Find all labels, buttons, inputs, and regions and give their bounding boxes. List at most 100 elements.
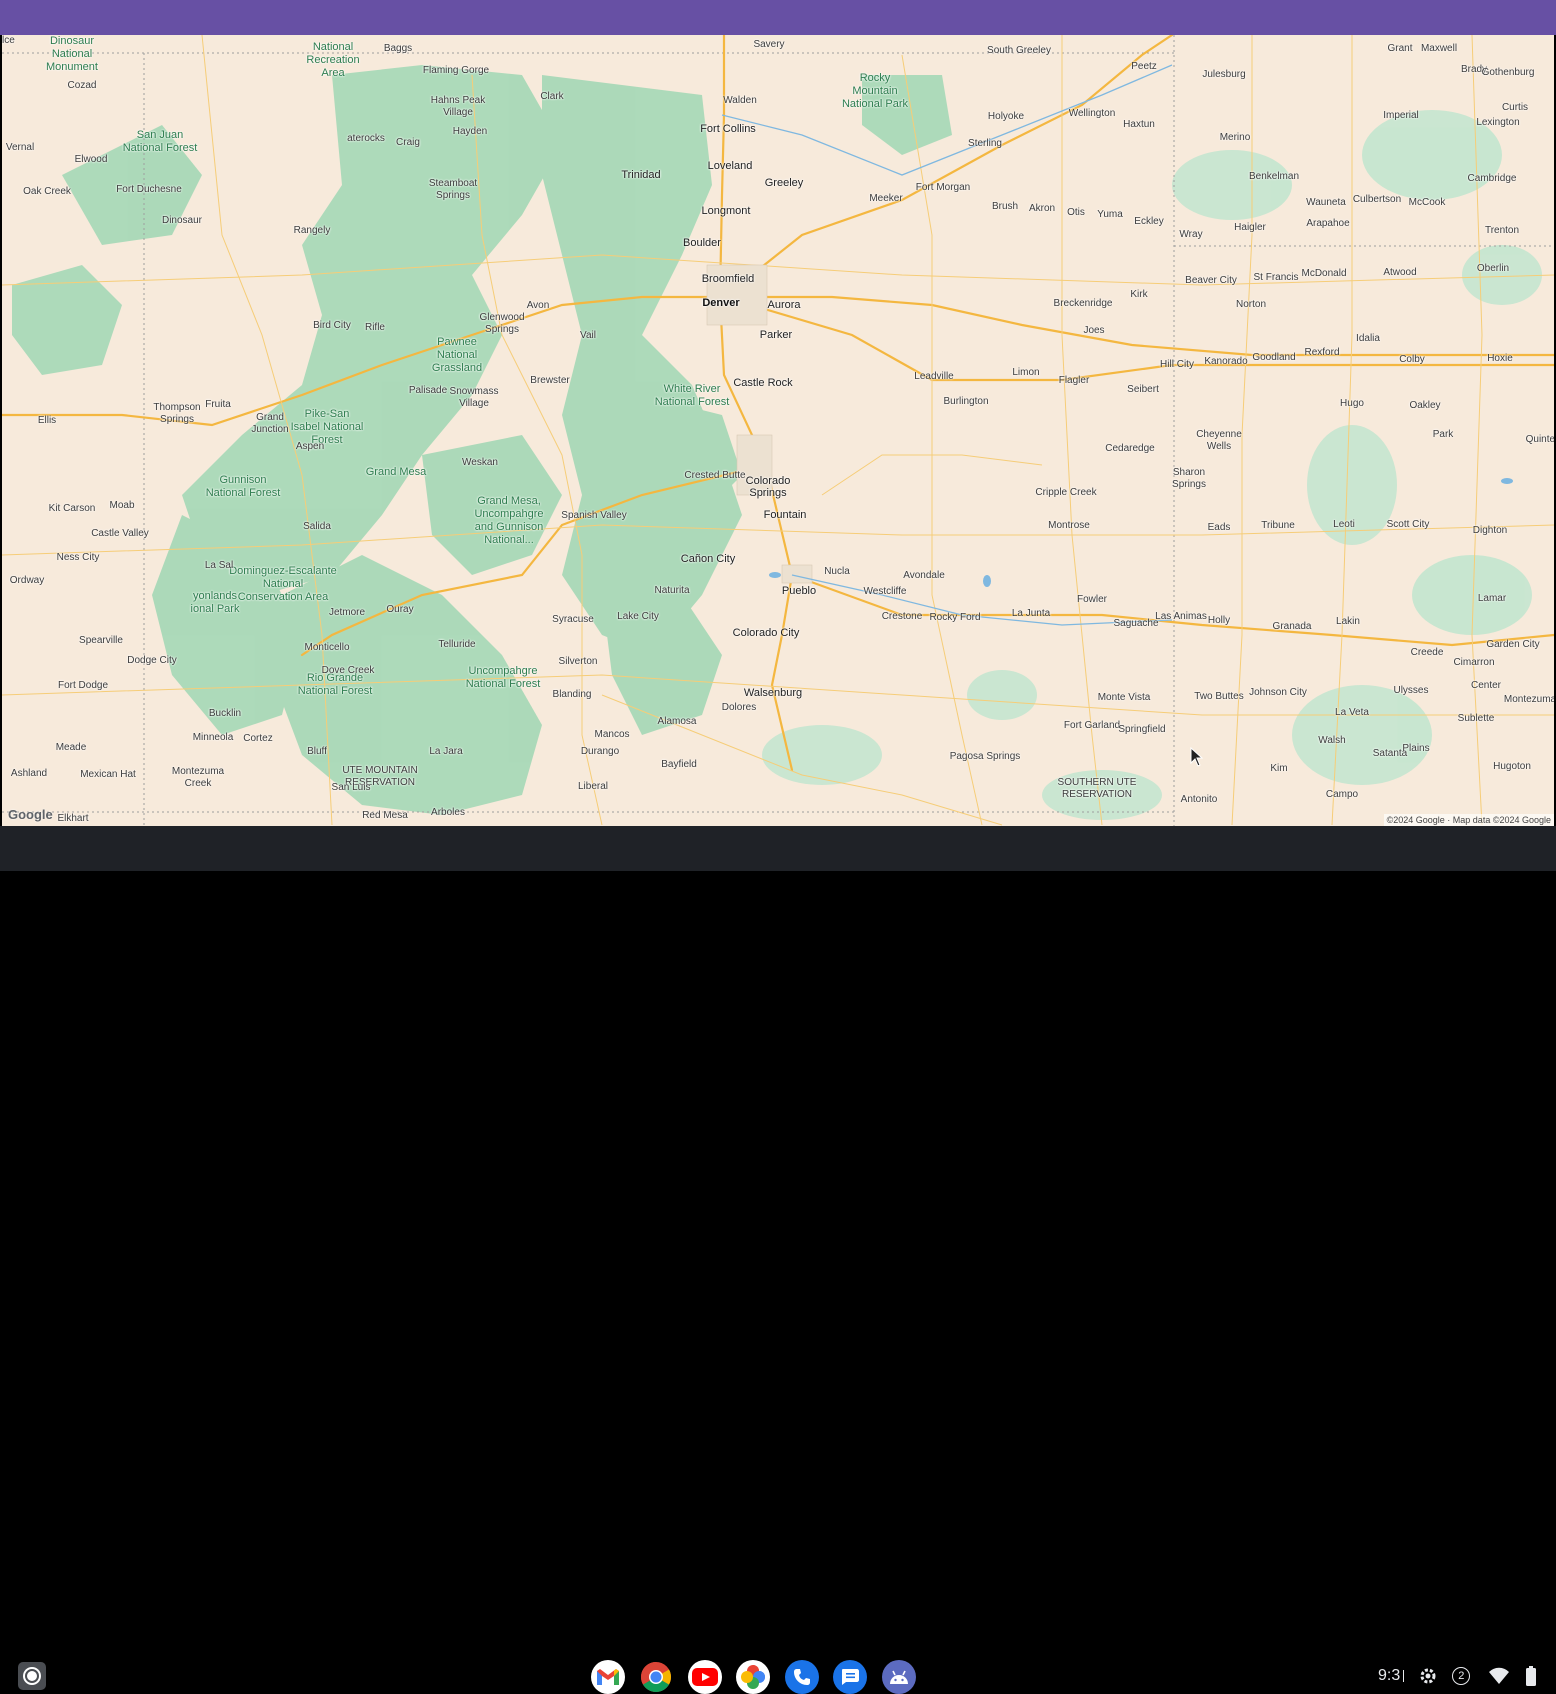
map-label[interactable]: Two Buttes: [1194, 691, 1243, 703]
map-label[interactable]: Crestone: [882, 611, 923, 623]
map-label[interactable]: Vail: [580, 330, 596, 342]
map-label[interactable]: Blanding: [553, 689, 592, 701]
map-label[interactable]: Cambridge: [1468, 173, 1517, 185]
map-label[interactable]: Greeley: [765, 177, 804, 189]
map-label[interactable]: SOUTHERN UTE RESERVATION: [1058, 777, 1137, 801]
map-label[interactable]: Cripple Creek: [1035, 487, 1096, 499]
map-label[interactable]: Trinidad: [621, 169, 660, 181]
map-label[interactable]: Holly: [1208, 615, 1230, 627]
map-label[interactable]: La Sal: [205, 560, 233, 572]
map-label[interactable]: Mexican Hat: [80, 769, 136, 781]
map-label[interactable]: National Recreation Area: [306, 41, 359, 80]
map-label[interactable]: Campo: [1326, 789, 1358, 801]
map-label[interactable]: Fowler: [1077, 594, 1107, 606]
map-label[interactable]: La Jara: [429, 746, 462, 758]
map-label[interactable]: McDonald: [1301, 268, 1346, 280]
map-label[interactable]: Gothenburg: [1482, 67, 1535, 79]
map-label[interactable]: Grand Junction: [251, 412, 288, 436]
map-label[interactable]: Creede: [1411, 647, 1444, 659]
map-label[interactable]: San Luis: [332, 782, 371, 794]
map-label[interactable]: Cozad: [68, 80, 97, 92]
map-label[interactable]: Savery: [753, 39, 784, 51]
map-label[interactable]: Flagler: [1059, 375, 1090, 387]
map-label[interactable]: Spearville: [79, 635, 123, 647]
map-label[interactable]: Kanorado: [1204, 356, 1247, 368]
map-label[interactable]: Haxtun: [1123, 119, 1155, 131]
map-label[interactable]: Lexington: [1476, 117, 1519, 129]
map-label[interactable]: San Juan National Forest: [123, 129, 198, 155]
map-label[interactable]: Aurora: [767, 299, 800, 311]
map-label[interactable]: McCook: [1409, 197, 1446, 209]
map-label[interactable]: Hugo: [1340, 398, 1364, 410]
map-label[interactable]: Snowmass Village: [450, 386, 499, 410]
map-attribution[interactable]: ©2024 Google · Map data ©2024 Google: [1383, 814, 1554, 826]
map-label[interactable]: Otis: [1067, 207, 1085, 219]
map-label[interactable]: Pawnee National Grassland: [432, 336, 482, 375]
map-label[interactable]: St Francis: [1253, 272, 1298, 284]
map-label[interactable]: Aspen: [296, 441, 324, 453]
map-label[interactable]: yonlands ional Park: [191, 590, 240, 616]
map-label[interactable]: Saguache: [1113, 618, 1158, 630]
map-label[interactable]: Johnson City: [1249, 687, 1307, 699]
map-label[interactable]: Oakley: [1409, 400, 1440, 412]
map-label[interactable]: Atwood: [1383, 267, 1416, 279]
map-label[interactable]: Bayfield: [661, 759, 697, 771]
map-label[interactable]: Silverton: [559, 656, 598, 668]
map-label[interactable]: Limon: [1012, 367, 1039, 379]
messages-app-button[interactable]: [833, 1660, 867, 1694]
map-label[interactable]: Tribune: [1261, 520, 1295, 532]
map-label[interactable]: Granada: [1273, 621, 1312, 633]
map-label[interactable]: Broomfield: [702, 273, 755, 285]
map-label[interactable]: Sublette: [1458, 713, 1495, 725]
youtube-app-button[interactable]: [688, 1660, 722, 1694]
map-label[interactable]: Julesburg: [1202, 69, 1245, 81]
map-label[interactable]: Hill City: [1160, 359, 1194, 371]
map-label[interactable]: Bucklin: [209, 708, 241, 720]
map-label[interactable]: Dinosaur: [162, 215, 202, 227]
map-label[interactable]: Fort Dodge: [58, 680, 108, 692]
map-label[interactable]: Longmont: [702, 205, 751, 217]
map-label[interactable]: Salida: [303, 521, 331, 533]
map-label[interactable]: Wellington: [1069, 108, 1116, 120]
map-label[interactable]: Wauneta: [1306, 197, 1346, 209]
map-label[interactable]: Walsenburg: [744, 687, 802, 699]
map-label[interactable]: Haigler: [1234, 222, 1266, 234]
map-label[interactable]: Fruita: [205, 399, 231, 411]
map-label[interactable]: Wray: [1179, 229, 1202, 241]
map-label[interactable]: Lakin: [1336, 616, 1360, 628]
map-label[interactable]: Fort Morgan: [916, 182, 970, 194]
map-label[interactable]: Alamosa: [658, 716, 697, 728]
map-label[interactable]: Ordway: [10, 575, 44, 587]
map-label[interactable]: Plains: [1402, 743, 1429, 755]
map-label[interactable]: Dighton: [1473, 525, 1507, 537]
map-label[interactable]: Cimarron: [1453, 657, 1494, 669]
map-label[interactable]: Mancos: [594, 729, 629, 741]
gmail-app-button[interactable]: [591, 1660, 625, 1694]
map-label[interactable]: Parker: [760, 329, 792, 341]
map-label[interactable]: Fort Duchesne: [116, 184, 182, 196]
map-label[interactable]: Scott City: [1387, 519, 1430, 531]
map-label[interactable]: Syracuse: [552, 614, 594, 626]
map-label[interactable]: Minneola: [193, 732, 234, 744]
map-label[interactable]: Craig: [396, 137, 420, 149]
map-label[interactable]: Joes: [1083, 325, 1104, 337]
map-label[interactable]: La Veta: [1335, 707, 1369, 719]
map-label[interactable]: Imperial: [1383, 110, 1419, 122]
map-label[interactable]: Grant: [1387, 43, 1412, 55]
map-label[interactable]: Cheyenne Wells: [1196, 429, 1242, 453]
map-label[interactable]: Seibert: [1127, 384, 1159, 396]
map-label[interactable]: Meade: [56, 742, 87, 754]
map-label[interactable]: Colorado City: [733, 627, 800, 639]
map-label[interactable]: Palisade: [409, 385, 447, 397]
map-label[interactable]: Boulder: [683, 237, 721, 249]
map-label[interactable]: Brewster: [530, 375, 569, 387]
map-label[interactable]: Brush: [992, 201, 1018, 213]
map-label[interactable]: Grand Mesa, Uncompahgre and Gunnison Nat…: [474, 495, 543, 547]
map-label[interactable]: La Junta: [1012, 608, 1050, 620]
map-label[interactable]: Spanish Valley: [561, 510, 626, 522]
chrome-app-button[interactable]: [639, 1660, 673, 1694]
map-label[interactable]: Ness City: [57, 552, 100, 564]
map-label[interactable]: Ulysses: [1393, 685, 1428, 697]
map-label[interactable]: Clark: [540, 91, 563, 103]
map-label[interactable]: Eads: [1208, 522, 1231, 534]
